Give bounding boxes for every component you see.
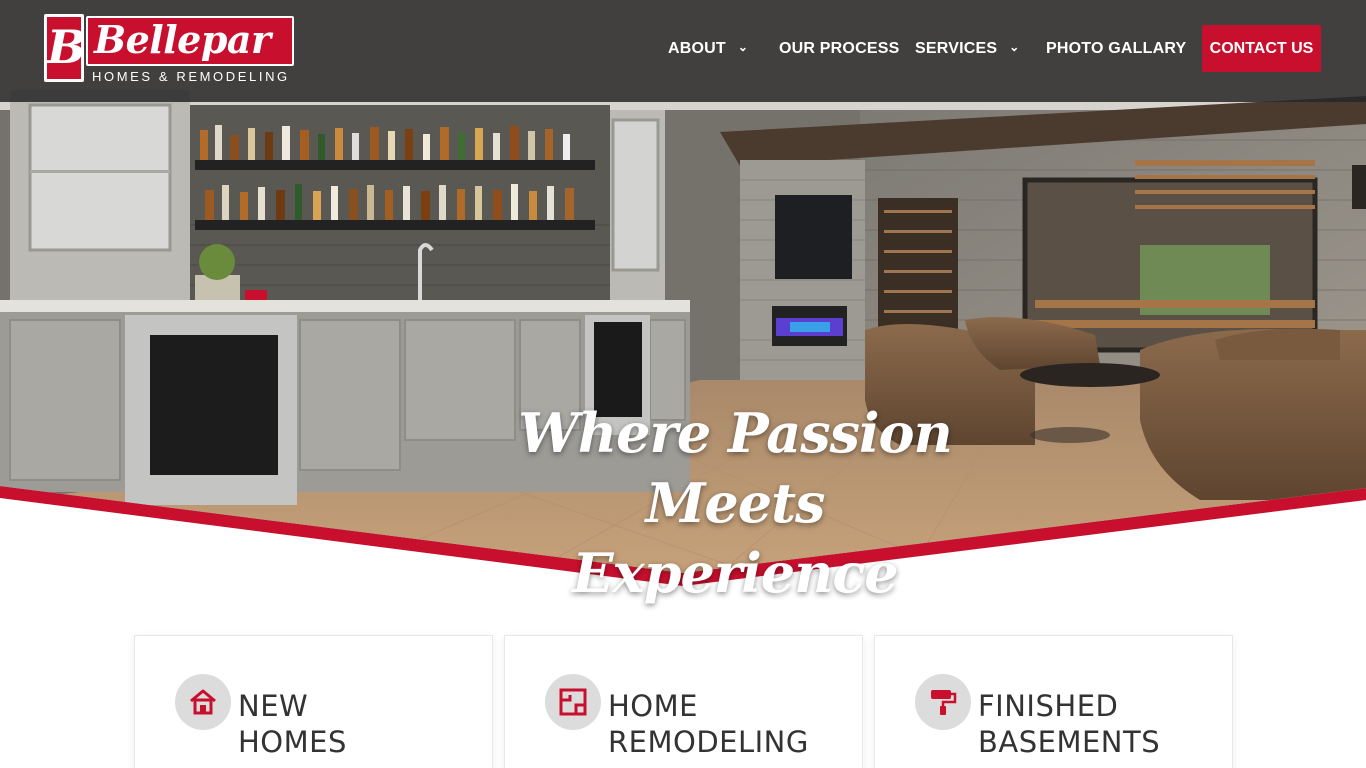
nav-about[interactable]: ABOUT ⌄ — [668, 38, 748, 60]
service-title-line2: BASEMENTS — [978, 725, 1161, 759]
brand-logo[interactable]: B Bellepar HOMES & REMODELING — [44, 14, 296, 84]
service-card-finished-basements[interactable]: FINISHED BASEMENTS — [874, 635, 1233, 768]
service-title: NEW HOMES — [238, 688, 347, 760]
paint-roller-icon — [915, 674, 971, 730]
site-header: B Bellepar HOMES & REMODELING ABOUT ⌄ OUR… — [0, 0, 1366, 102]
nav-photo-gallary[interactable]: PHOTO GALLARY — [1046, 38, 1186, 60]
service-card-new-homes[interactable]: NEW HOMES — [134, 635, 493, 768]
floor-plan-icon — [545, 674, 601, 730]
chevron-down-icon: ⌄ — [1009, 40, 1020, 54]
nav-services-label: SERVICES — [915, 40, 998, 57]
nav-services[interactable]: SERVICES ⌄ — [915, 38, 1020, 60]
hero-tagline-line1: Where Passion — [518, 401, 953, 465]
service-card-home-remodeling[interactable]: HOME REMODELING — [504, 635, 863, 768]
chevron-down-icon: ⌄ — [737, 40, 749, 54]
logo-wordmark: Bellepar — [86, 16, 294, 66]
service-title-line1: HOME — [608, 689, 698, 723]
house-icon — [175, 674, 231, 730]
service-title-line2: REMODELING — [608, 725, 809, 759]
contact-us-button[interactable]: CONTACT US — [1202, 25, 1321, 72]
nav-about-label: ABOUT — [668, 40, 726, 57]
hero-tagline-line2: Meets Experience — [572, 471, 898, 605]
service-title-line1: FINISHED — [978, 689, 1119, 723]
hero-tagline: Where Passion Meets Experience — [500, 398, 970, 608]
service-title: FINISHED BASEMENTS — [978, 688, 1160, 760]
nav-our-process-label: OUR PROCESS — [779, 40, 900, 57]
logo-letter-mark: B — [44, 14, 86, 82]
nav-photo-gallary-label: PHOTO GALLARY — [1046, 40, 1187, 57]
nav-our-process[interactable]: OUR PROCESS — [779, 38, 899, 60]
logo-tagline: HOMES & REMODELING — [92, 69, 290, 84]
service-title-line2: HOMES — [238, 725, 347, 759]
service-title-line1: NEW — [238, 689, 309, 723]
service-title: HOME REMODELING — [608, 688, 809, 760]
